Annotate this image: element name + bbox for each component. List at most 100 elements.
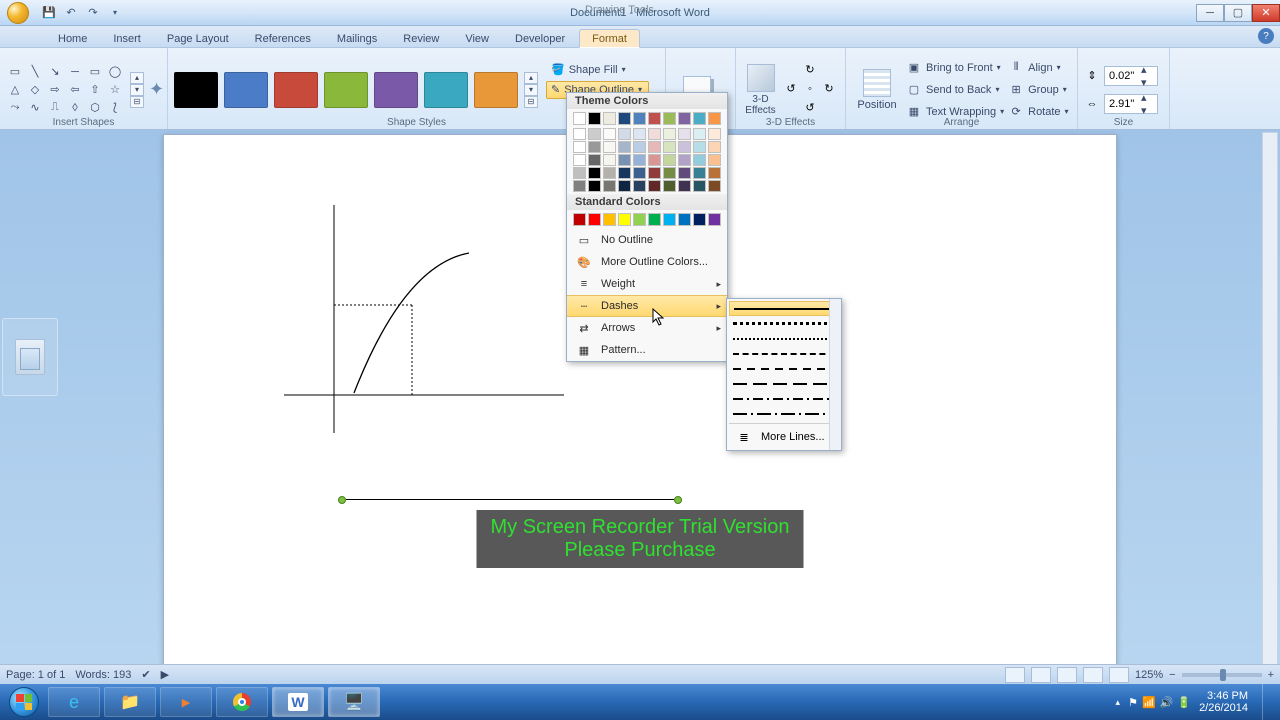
tilt-left-icon[interactable]: ↺ bbox=[783, 81, 799, 97]
color-swatch[interactable] bbox=[633, 167, 646, 179]
send-back-button[interactable]: ▢Send to Back▾ bbox=[906, 80, 1004, 100]
color-swatch[interactable] bbox=[588, 141, 601, 153]
pattern-item[interactable]: ▦ Pattern... bbox=[567, 339, 727, 361]
style-swatch[interactable] bbox=[324, 72, 368, 108]
color-swatch[interactable] bbox=[633, 141, 646, 153]
no-outline-item[interactable]: ▭ No Outline bbox=[567, 229, 727, 251]
color-swatch[interactable] bbox=[573, 154, 586, 166]
color-swatch[interactable] bbox=[573, 167, 586, 179]
style-swatch[interactable] bbox=[374, 72, 418, 108]
color-swatch[interactable] bbox=[588, 154, 601, 166]
color-swatch[interactable] bbox=[648, 180, 661, 192]
color-swatch[interactable] bbox=[708, 112, 721, 125]
dash-short[interactable] bbox=[729, 346, 839, 361]
color-swatch[interactable] bbox=[708, 180, 721, 192]
color-swatch[interactable] bbox=[633, 154, 646, 166]
tilt-up-icon[interactable]: ↻ bbox=[802, 62, 818, 78]
color-swatch[interactable] bbox=[588, 167, 601, 179]
tab-mailings[interactable]: Mailings bbox=[325, 30, 389, 47]
undo-icon[interactable]: ↶ bbox=[64, 6, 78, 20]
color-swatch[interactable] bbox=[588, 213, 601, 226]
color-swatch[interactable] bbox=[633, 128, 646, 140]
minimize-button[interactable]: ─ bbox=[1196, 4, 1224, 22]
style-swatch[interactable] bbox=[474, 72, 518, 108]
color-swatch[interactable] bbox=[693, 213, 706, 226]
color-swatch[interactable] bbox=[603, 213, 616, 226]
color-swatch[interactable] bbox=[603, 154, 616, 166]
status-page[interactable]: Page: 1 of 1 bbox=[6, 669, 65, 681]
color-swatch[interactable] bbox=[678, 112, 691, 125]
shape-line2-icon[interactable]: ─ bbox=[66, 64, 84, 80]
color-swatch[interactable] bbox=[588, 180, 601, 192]
tab-view[interactable]: View bbox=[453, 30, 501, 47]
color-swatch[interactable] bbox=[573, 112, 586, 125]
weight-item[interactable]: ≡ Weight ▸ bbox=[567, 273, 727, 295]
color-swatch[interactable] bbox=[573, 128, 586, 140]
shapes-gallery[interactable]: ▭ ╲ ↘ ─ ▭ ◯ △ ◇ ⇨ ⇦ ⇧ ☆ ⤳ ∿ ⎍ ◊ ⬡ ⟅ bbox=[6, 64, 124, 116]
color-swatch[interactable] bbox=[648, 128, 661, 140]
color-swatch[interactable] bbox=[648, 213, 661, 226]
shape-hex-icon[interactable]: ⬡ bbox=[86, 100, 104, 116]
color-swatch[interactable] bbox=[648, 167, 661, 179]
color-swatch[interactable] bbox=[618, 154, 631, 166]
color-swatch[interactable] bbox=[693, 180, 706, 192]
color-swatch[interactable] bbox=[618, 167, 631, 179]
color-swatch[interactable] bbox=[693, 141, 706, 153]
color-swatch[interactable] bbox=[663, 112, 676, 125]
color-swatch[interactable] bbox=[708, 213, 721, 226]
style-swatch[interactable] bbox=[274, 72, 318, 108]
color-swatch[interactable] bbox=[573, 180, 586, 192]
tray-expand-icon[interactable]: ▴ bbox=[1116, 697, 1121, 708]
style-gallery[interactable] bbox=[174, 72, 518, 108]
styles-scroll-down[interactable]: ▾ bbox=[524, 84, 538, 96]
color-swatch[interactable] bbox=[618, 128, 631, 140]
zoom-slider[interactable] bbox=[1182, 673, 1262, 677]
view-print-layout[interactable] bbox=[1005, 667, 1025, 683]
dash-dash-dot[interactable] bbox=[729, 391, 839, 406]
color-swatch[interactable] bbox=[678, 141, 691, 153]
height-input[interactable]: 0.02"▴▾ bbox=[1104, 66, 1158, 86]
bring-front-button[interactable]: ▣Bring to Front▾ bbox=[906, 58, 1004, 78]
color-swatch[interactable] bbox=[618, 213, 631, 226]
shape-fill-button[interactable]: 🪣 Shape Fill ▾ bbox=[546, 61, 649, 79]
taskbar-word[interactable]: W bbox=[272, 687, 324, 717]
color-swatch[interactable] bbox=[603, 141, 616, 153]
dash-round-dot[interactable] bbox=[729, 316, 839, 331]
dashes-item[interactable]: ┄ Dashes ▸ bbox=[567, 295, 727, 317]
style-swatch[interactable] bbox=[224, 72, 268, 108]
save-icon[interactable]: 💾 bbox=[42, 6, 56, 20]
shape-callout-icon[interactable]: ◊ bbox=[66, 100, 84, 116]
shape-brace-icon[interactable]: ⟅ bbox=[106, 100, 124, 116]
color-swatch[interactable] bbox=[573, 213, 586, 226]
tab-references[interactable]: References bbox=[243, 30, 323, 47]
color-swatch[interactable] bbox=[693, 128, 706, 140]
color-swatch[interactable] bbox=[618, 112, 631, 125]
color-swatch[interactable] bbox=[678, 167, 691, 179]
status-words[interactable]: Words: 193 bbox=[75, 669, 131, 681]
color-swatch[interactable] bbox=[663, 128, 676, 140]
color-swatch[interactable] bbox=[708, 141, 721, 153]
tray-network-icon[interactable]: 📶 bbox=[1142, 696, 1156, 709]
tab-page-layout[interactable]: Page Layout bbox=[155, 30, 241, 47]
more-colors-item[interactable]: 🎨 More Outline Colors... bbox=[567, 251, 727, 273]
view-full-screen[interactable] bbox=[1031, 667, 1051, 683]
dash-dash[interactable] bbox=[729, 361, 839, 376]
color-swatch[interactable] bbox=[648, 112, 661, 125]
color-swatch[interactable] bbox=[708, 154, 721, 166]
start-button[interactable] bbox=[4, 684, 44, 720]
selected-line-shape[interactable] bbox=[342, 495, 678, 505]
color-swatch[interactable] bbox=[708, 167, 721, 179]
color-swatch[interactable] bbox=[633, 213, 646, 226]
tilt-right-icon[interactable]: ↻ bbox=[821, 81, 837, 97]
dash-long[interactable] bbox=[729, 376, 839, 391]
color-swatch[interactable] bbox=[678, 180, 691, 192]
dash-square-dot[interactable] bbox=[729, 331, 839, 346]
shape-triangle-icon[interactable]: △ bbox=[6, 82, 24, 98]
tray-volume-icon[interactable]: 🔊 bbox=[1160, 696, 1174, 709]
color-swatch[interactable] bbox=[663, 141, 676, 153]
color-swatch[interactable] bbox=[603, 167, 616, 179]
style-swatch[interactable] bbox=[174, 72, 218, 108]
color-swatch[interactable] bbox=[663, 154, 676, 166]
dash-solid[interactable] bbox=[729, 301, 839, 316]
recycle-bin-icon[interactable] bbox=[2, 318, 58, 396]
